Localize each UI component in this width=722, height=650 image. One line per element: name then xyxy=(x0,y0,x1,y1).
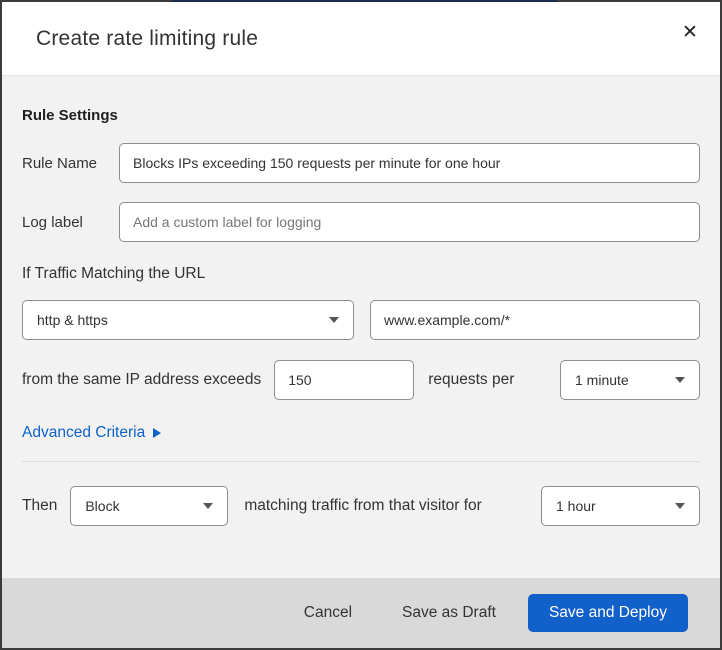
then-text: Then xyxy=(22,497,58,514)
section-divider xyxy=(22,461,700,462)
save-as-draft-button[interactable]: Save as Draft xyxy=(398,598,500,628)
url-pattern-input[interactable] xyxy=(370,300,700,340)
url-match-row: http & https xyxy=(22,300,700,340)
expand-arrow-icon xyxy=(153,428,162,438)
create-rate-limit-dialog: Create rate limiting rule ✕ Rule Setting… xyxy=(2,2,720,648)
log-label-input[interactable] xyxy=(119,202,700,242)
request-count-input[interactable] xyxy=(274,360,415,400)
duration-select-value: 1 hour xyxy=(556,498,596,514)
traffic-match-intro: If Traffic Matching the URL xyxy=(22,265,206,282)
close-button[interactable]: ✕ xyxy=(674,16,706,48)
action-select[interactable]: Block xyxy=(70,486,229,526)
threshold-row: from the same IP address exceeds request… xyxy=(22,360,700,400)
cancel-button[interactable]: Cancel xyxy=(300,598,356,628)
dialog-footer: Cancel Save as Draft Save and Deploy xyxy=(2,578,720,648)
save-and-deploy-button[interactable]: Save and Deploy xyxy=(527,594,688,632)
action-row: Then Block matching traffic from that vi… xyxy=(22,486,700,526)
dialog-body: Rule Settings Rule Name Log label If Tra… xyxy=(2,76,720,578)
scheme-select[interactable]: http & https xyxy=(22,300,354,340)
chevron-down-icon xyxy=(329,317,339,323)
action-select-value: Block xyxy=(85,498,120,514)
advanced-criteria-link[interactable]: Advanced Criteria xyxy=(22,424,162,442)
chevron-down-icon xyxy=(203,503,214,509)
matching-traffic-text: matching traffic from that visitor for xyxy=(244,497,482,514)
rule-settings-heading: Rule Settings xyxy=(22,107,118,124)
advanced-criteria-label: Advanced Criteria xyxy=(22,424,146,441)
duration-select[interactable]: 1 hour xyxy=(541,486,700,526)
log-label-row: Log label xyxy=(22,202,700,242)
scheme-select-value: http & https xyxy=(37,312,108,328)
dialog-header: Create rate limiting rule ✕ xyxy=(2,2,720,76)
requests-per-text: requests per xyxy=(428,371,515,388)
rule-name-row: Rule Name xyxy=(22,143,700,183)
window-frame: Create rate limiting rule ✕ Rule Setting… xyxy=(0,0,722,650)
log-label-label: Log label xyxy=(22,213,83,231)
chevron-down-icon xyxy=(675,377,685,383)
close-icon: ✕ xyxy=(682,21,698,43)
period-select[interactable]: 1 minute xyxy=(560,360,700,400)
chevron-down-icon xyxy=(675,503,685,509)
period-select-value: 1 minute xyxy=(575,372,629,388)
threshold-prefix-text: from the same IP address exceeds xyxy=(22,371,262,388)
dialog-title: Create rate limiting rule xyxy=(36,26,259,50)
rule-name-label: Rule Name xyxy=(22,154,98,172)
rule-name-input[interactable] xyxy=(119,143,700,183)
